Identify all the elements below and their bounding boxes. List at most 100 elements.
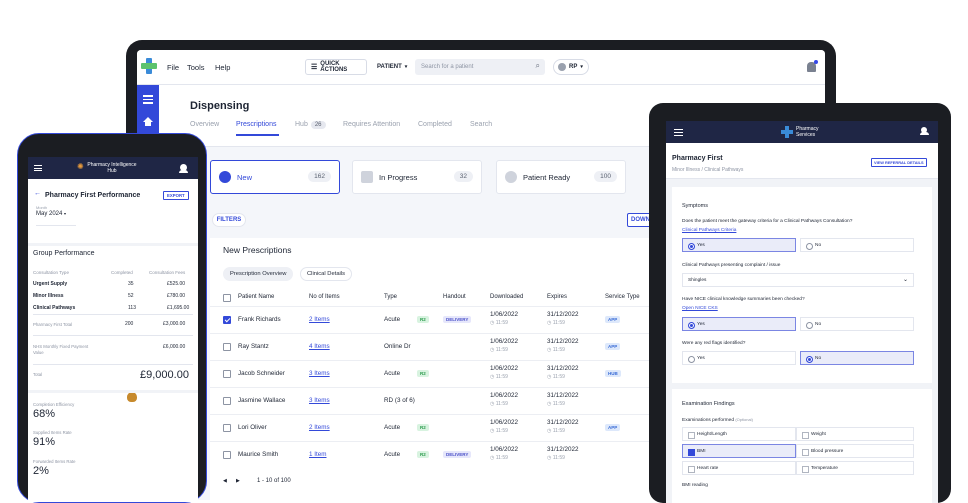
row-checkbox[interactable] bbox=[223, 397, 231, 405]
column-header[interactable]: Patient Name bbox=[238, 294, 274, 300]
divider bbox=[28, 390, 198, 393]
row-checkbox[interactable] bbox=[223, 370, 231, 378]
patient-select-label: PATIENT bbox=[377, 64, 402, 70]
filters-button[interactable]: FILTERS bbox=[212, 213, 246, 227]
prev-page-icon[interactable]: ◀ bbox=[223, 478, 227, 484]
next-page-icon[interactable]: ▶ bbox=[236, 478, 240, 484]
exam-temperature-checkbox[interactable]: Temperature bbox=[796, 461, 914, 475]
patient-name[interactable]: Jacob Schneider bbox=[238, 370, 285, 377]
tab-overview[interactable]: Overview bbox=[190, 121, 219, 128]
back-arrow-icon[interactable]: ← bbox=[34, 190, 41, 197]
hamburger-icon[interactable] bbox=[143, 95, 153, 104]
divider bbox=[36, 225, 76, 226]
stat-count: 32 bbox=[453, 171, 473, 182]
downloaded-date: 1/06/2022 ◷ 11:59 bbox=[490, 419, 518, 435]
exam-height-checkbox[interactable]: Height/Length bbox=[682, 427, 796, 441]
red-flags-no-radio[interactable]: No bbox=[800, 351, 914, 365]
patient-name[interactable]: Jasmine Wallace bbox=[238, 397, 285, 404]
month-select[interactable]: May 2024 ▾ bbox=[36, 211, 66, 217]
red-flags-yes-radio[interactable]: Yes bbox=[682, 351, 796, 365]
gateway-yes-radio[interactable]: Yes bbox=[682, 238, 796, 252]
nice-no-radio[interactable]: No bbox=[800, 317, 914, 331]
app-logo-icon[interactable] bbox=[141, 58, 157, 74]
home-icon[interactable] bbox=[143, 117, 153, 126]
patient-name[interactable]: Lori Oliver bbox=[238, 424, 267, 431]
subtab-clinical-details[interactable]: Clinical Details bbox=[300, 267, 353, 281]
items-link[interactable]: 3 Items bbox=[309, 370, 330, 377]
items-link[interactable]: 3 Items bbox=[309, 397, 330, 404]
stat-card-patient-ready[interactable]: Patient Ready 100 bbox=[496, 160, 626, 194]
question-nice: Have NICE clinical knowledge summaries b… bbox=[682, 297, 805, 302]
items-link[interactable]: 4 Items bbox=[309, 343, 330, 350]
expires-date: 31/12/2022 ◷ 11:59 bbox=[547, 446, 579, 462]
row-checkbox[interactable] bbox=[223, 451, 231, 459]
stat-card-in-progress[interactable]: In Progress 32 bbox=[352, 160, 482, 194]
tab-search[interactable]: Search bbox=[470, 121, 492, 128]
patient-name[interactable]: Maurice Smith bbox=[238, 451, 278, 458]
exam-bmi-checkbox[interactable]: BMI bbox=[682, 444, 796, 458]
metric-label: Completion Efficiency bbox=[33, 402, 75, 407]
stat-card-new[interactable]: New 162 bbox=[210, 160, 340, 194]
tab-completed[interactable]: Completed bbox=[418, 121, 452, 128]
stat-count: 100 bbox=[594, 171, 617, 182]
row-checkbox[interactable] bbox=[223, 343, 231, 351]
completed-count: 52 bbox=[128, 293, 134, 299]
nice-yes-radio[interactable]: Yes bbox=[682, 317, 796, 331]
user-icon[interactable] bbox=[919, 127, 929, 135]
date-text: 31/12/2022 bbox=[547, 419, 579, 426]
phone-app-name: Pharmacy Intelligence Hub bbox=[87, 162, 137, 174]
exam-bp-checkbox[interactable]: Blood pressure bbox=[796, 444, 914, 458]
export-button[interactable]: EXPORT bbox=[163, 191, 189, 200]
tab-hub[interactable]: Hub 26 bbox=[295, 121, 326, 129]
menu-file[interactable]: File bbox=[167, 63, 179, 72]
tab-prescriptions[interactable]: Prescriptions bbox=[236, 121, 276, 128]
patient-search-input[interactable]: Search for a patient ⌕ bbox=[415, 59, 545, 75]
patient-select[interactable]: PATIENT ▾ bbox=[373, 59, 413, 75]
notification-dot bbox=[814, 60, 818, 64]
select-all-checkbox[interactable] bbox=[223, 294, 231, 302]
clock-icon: ◷ bbox=[547, 401, 552, 407]
stat-label: New bbox=[237, 173, 253, 182]
row-checkbox[interactable] bbox=[223, 316, 231, 324]
subtab-prescription-overview[interactable]: Prescription Overview bbox=[223, 267, 294, 281]
patient-name[interactable]: Frank Richards bbox=[238, 316, 281, 323]
phone-top-bar: ✺ Pharmacy Intelligence Hub bbox=[28, 157, 198, 179]
column-header[interactable]: No of Items bbox=[309, 294, 340, 300]
patient-name[interactable]: Ray Stantz bbox=[238, 343, 269, 350]
money-bag-icon bbox=[127, 392, 137, 402]
nice-cks-link[interactable]: Open NICE CKS bbox=[682, 306, 718, 311]
row-checkbox[interactable] bbox=[223, 424, 231, 432]
handout-badge: DELIVERY bbox=[443, 316, 472, 323]
menu-tools[interactable]: Tools bbox=[187, 63, 205, 72]
gateway-no-radio[interactable]: No bbox=[800, 238, 914, 252]
items-link[interactable]: 1 Item bbox=[309, 451, 327, 458]
consultation-type: Minor Illness bbox=[33, 293, 64, 299]
criteria-link[interactable]: Clinical Pathways Criteria bbox=[682, 228, 736, 233]
items-link[interactable]: 2 Items bbox=[309, 424, 330, 431]
date-text: 31/12/2022 bbox=[547, 392, 579, 399]
time-text: 11:59 bbox=[552, 320, 565, 326]
complaint-select[interactable]: Shingles bbox=[682, 273, 914, 287]
view-referral-button[interactable]: VIEW REFERRAL DETAILS bbox=[871, 158, 927, 167]
tab-requires-attention[interactable]: Requires Attention bbox=[343, 121, 400, 128]
page-title: Dispensing bbox=[190, 100, 250, 112]
column-header[interactable]: Type bbox=[384, 294, 397, 300]
column-header[interactable]: Downloaded bbox=[490, 294, 523, 300]
menu-help[interactable]: Help bbox=[215, 63, 230, 72]
hamburger-icon[interactable] bbox=[34, 165, 42, 173]
items-link[interactable]: 2 Items bbox=[309, 316, 330, 323]
hamburger-icon[interactable] bbox=[674, 129, 683, 138]
column-header[interactable]: Service Type bbox=[605, 294, 640, 300]
user-icon[interactable] bbox=[179, 164, 188, 173]
user-menu[interactable]: RP ▾ bbox=[553, 59, 589, 75]
search-icon: ⌕ bbox=[535, 61, 540, 70]
column-header[interactable]: Handout bbox=[443, 294, 466, 300]
exam-heart-rate-checkbox[interactable]: Heart rate bbox=[682, 461, 796, 475]
phone-page-title: Pharmacy First Performance bbox=[45, 192, 141, 199]
column-header[interactable]: Expires bbox=[547, 294, 567, 300]
bmi-reading-label: BMI reading bbox=[682, 483, 708, 488]
quick-actions-button[interactable]: ☰ QUICK ACTIONS bbox=[305, 59, 367, 75]
exam-weight-checkbox[interactable]: Weight bbox=[796, 427, 914, 441]
time-text: 11:59 bbox=[552, 374, 565, 380]
service-badge: APP bbox=[605, 316, 621, 323]
